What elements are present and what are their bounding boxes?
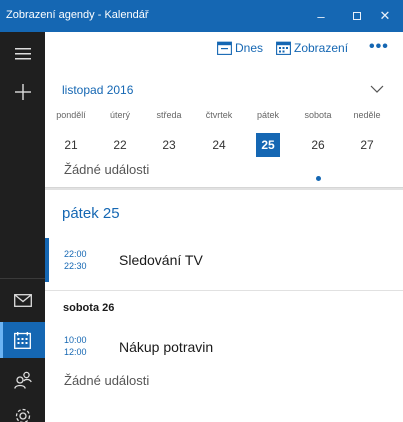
day-name: neděle: [353, 110, 381, 120]
day-number: 22: [113, 138, 127, 152]
day-name: čtvrtek: [205, 110, 233, 120]
event-start-time: 22:00: [64, 249, 87, 259]
window-title: Zobrazení agendy - Kalendář: [6, 9, 149, 21]
maximize-icon: [353, 12, 361, 20]
today-label: Dnes: [235, 41, 264, 55]
saturday-heading: sobota 26: [63, 302, 115, 314]
month-label[interactable]: listopad 2016: [62, 83, 133, 97]
agenda-view: Dnes Zobrazení ••• listopad 2016 pondělí…: [45, 32, 403, 422]
selected-day-number: 25: [256, 133, 280, 157]
sidebar-divider: [0, 278, 45, 279]
day-name: středa: [156, 110, 182, 120]
mail-button[interactable]: [0, 282, 45, 318]
plus-icon: [14, 84, 31, 100]
day-name: sobota: [304, 110, 332, 120]
day-number: 21: [64, 138, 78, 152]
event-title[interactable]: Nákup potravin: [119, 339, 213, 355]
more-options-button[interactable]: •••: [369, 38, 389, 56]
section-divider: [45, 290, 403, 291]
friday-heading: pátek 25: [62, 205, 120, 222]
day-column[interactable]: úterý 22: [96, 108, 144, 157]
close-icon: ✕: [379, 8, 391, 23]
event-time: 10:00 12:00: [64, 334, 87, 358]
day-name: pondělí: [56, 110, 86, 120]
calendar-button[interactable]: [0, 322, 45, 358]
today-button[interactable]: Dnes: [217, 41, 263, 55]
hamburger-menu-button[interactable]: [0, 36, 45, 72]
no-events-text: Žádné události: [64, 373, 150, 388]
day-column[interactable]: pondělí 21: [47, 108, 95, 157]
day-column[interactable]: neděle 27: [343, 108, 391, 157]
sidebar: [0, 32, 45, 422]
minimize-button[interactable]: –: [303, 0, 339, 32]
event-color-bar: [45, 238, 49, 282]
day-number: 23: [162, 138, 176, 152]
day-column[interactable]: středa 23: [145, 108, 193, 157]
chevron-down-icon: [370, 85, 384, 93]
close-button[interactable]: ✕: [367, 0, 403, 32]
day-column[interactable]: sobota 26: [294, 108, 342, 181]
minimize-icon: –: [317, 8, 325, 24]
hamburger-menu-icon: [14, 48, 31, 60]
day-column[interactable]: čtvrtek 24: [195, 108, 243, 157]
event-title[interactable]: Sledování TV: [119, 252, 203, 268]
event-start-time: 10:00: [64, 335, 87, 345]
event-dot: [316, 176, 321, 181]
calendar-icon: [14, 331, 31, 349]
settings-button[interactable]: [0, 398, 45, 422]
event-time: 22:00 22:30: [64, 248, 87, 272]
day-number: 27: [360, 138, 374, 152]
view-button[interactable]: Zobrazení: [276, 41, 348, 55]
day-column-selected[interactable]: pátek 25: [244, 108, 292, 157]
day-number: 24: [212, 138, 226, 152]
expand-month-button[interactable]: [370, 80, 384, 98]
settings-icon: [15, 408, 30, 422]
view-label: Zobrazení: [294, 41, 349, 55]
day-name: úterý: [109, 110, 130, 120]
no-events-text: Žádné události: [64, 162, 150, 177]
calendar-grid-icon: [276, 41, 291, 55]
people-icon: [13, 371, 32, 389]
mail-icon: [13, 293, 32, 307]
event-end-time: 12:00: [64, 347, 87, 357]
event-end-time: 22:30: [64, 261, 87, 271]
day-name: pátek: [256, 110, 280, 120]
calendar-today-icon: [217, 41, 232, 55]
title-bar: Zobrazení agendy - Kalendář – ✕: [0, 0, 403, 32]
people-button[interactable]: [0, 362, 45, 398]
new-event-button[interactable]: [0, 74, 45, 110]
day-number: 26: [311, 138, 325, 152]
section-divider: [45, 189, 403, 190]
